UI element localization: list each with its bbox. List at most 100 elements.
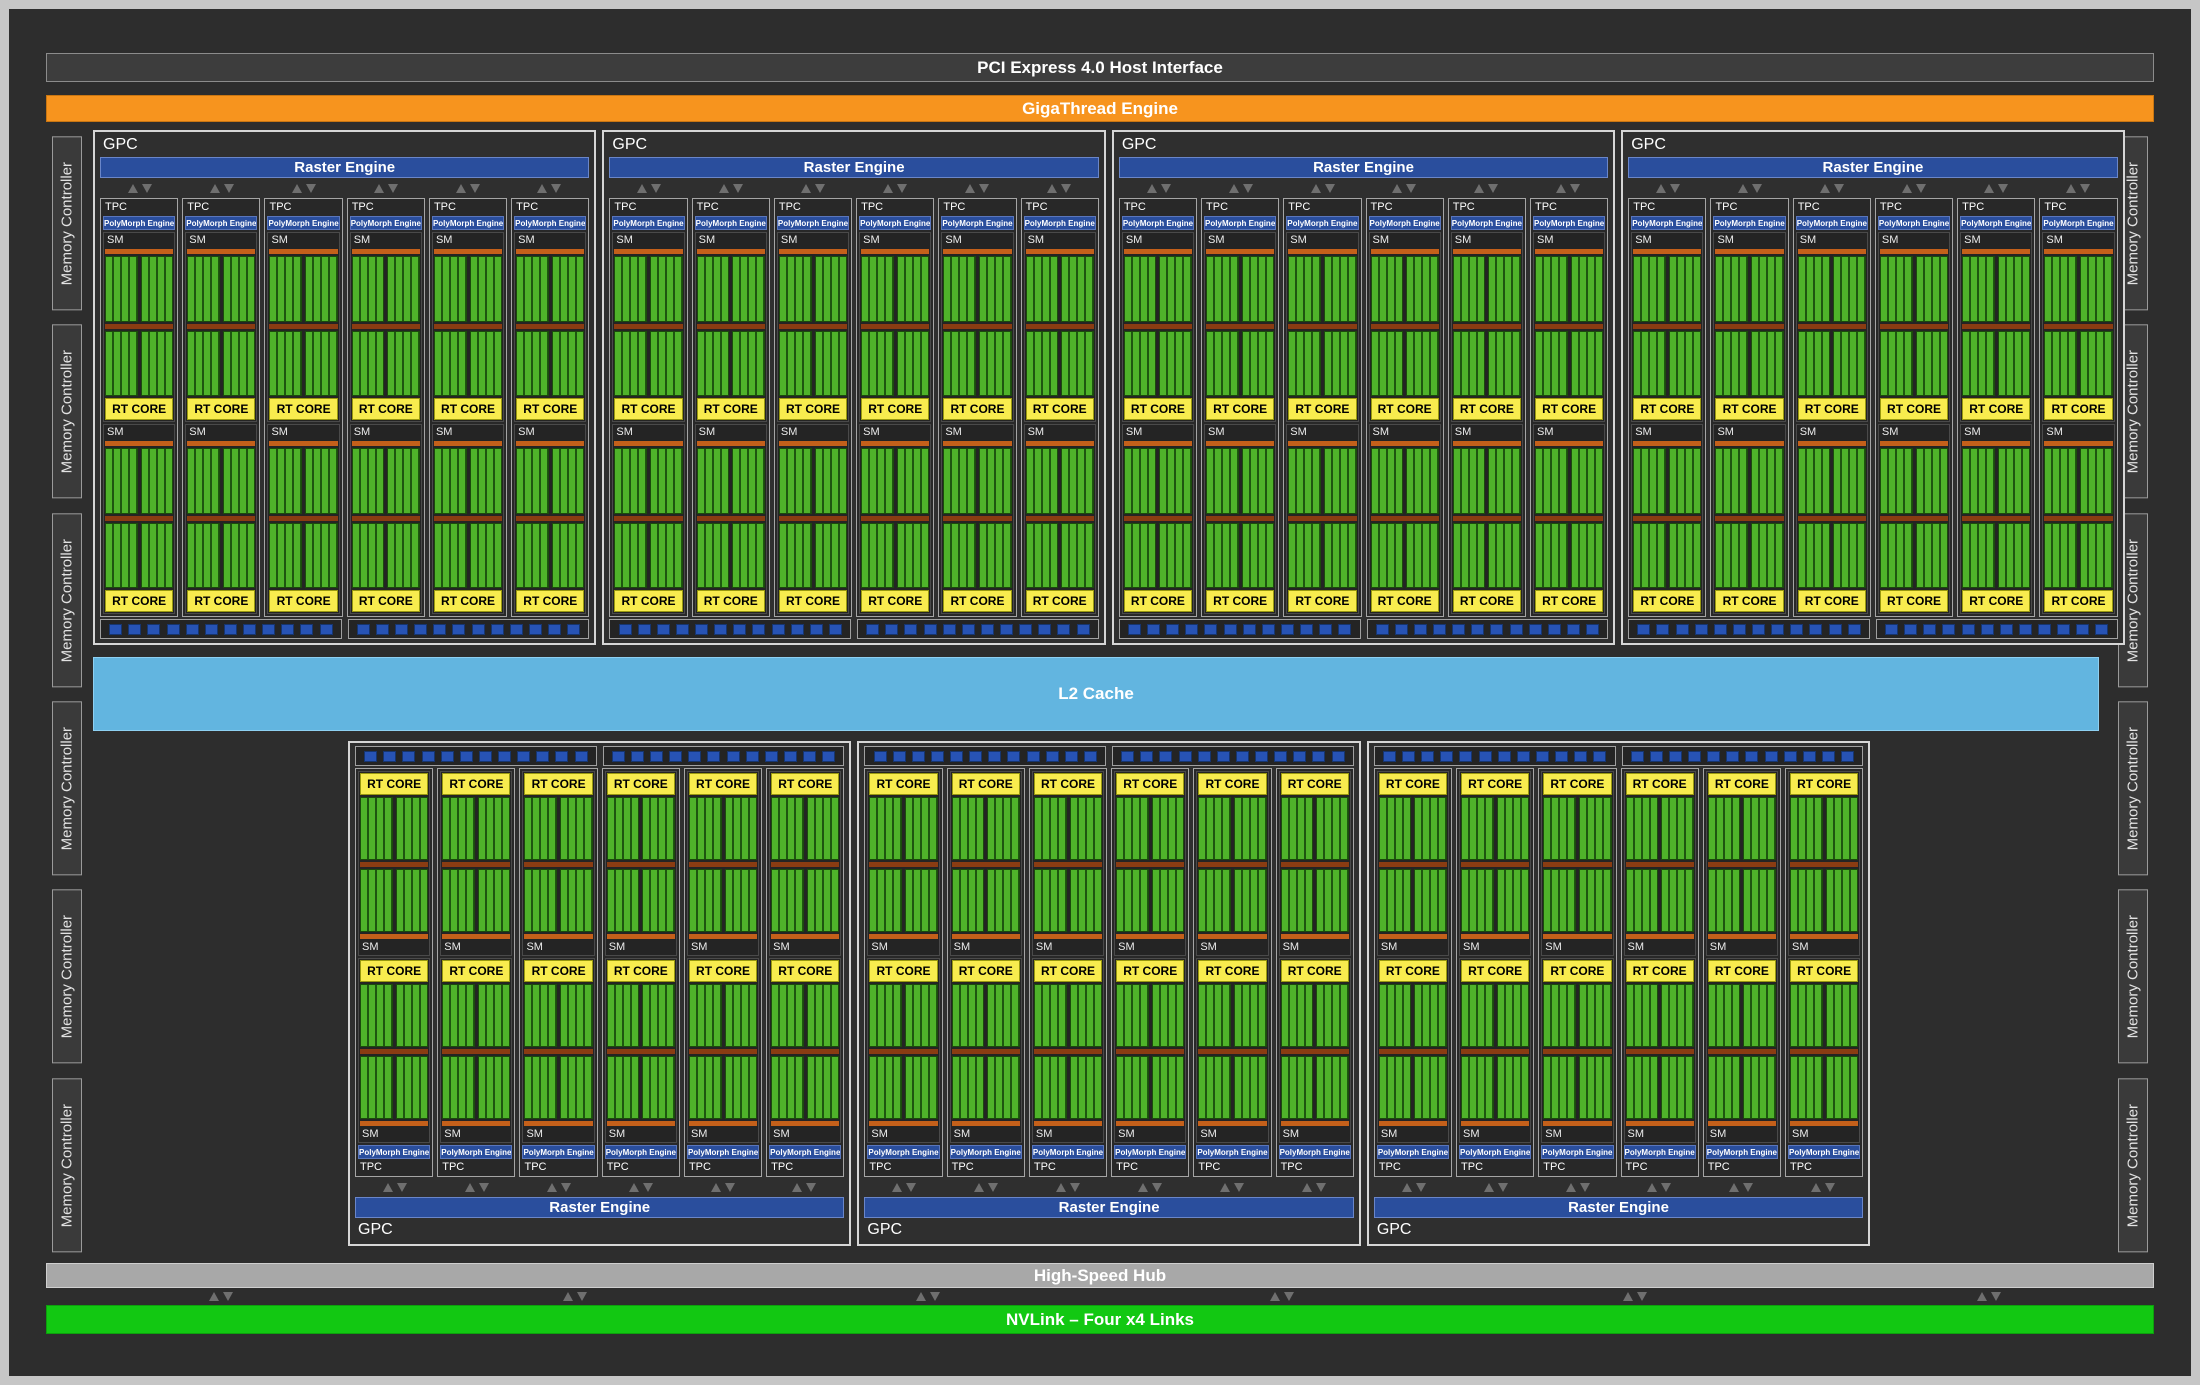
sm-block: RT CORE SM — [358, 771, 431, 956]
cuda-core-array — [732, 330, 765, 396]
arrow-up-icon — [892, 1182, 903, 1192]
arrow-up-icon — [628, 1182, 639, 1192]
sm-core-bank — [269, 256, 338, 322]
sm-core-bank — [688, 797, 758, 860]
cuda-core-array — [469, 256, 503, 322]
mid-strip — [614, 323, 683, 329]
cuda-core-array — [650, 330, 683, 396]
mid-strip — [1370, 515, 1439, 521]
tpc-label: TPC — [1715, 201, 1738, 213]
texture-unit — [822, 750, 836, 762]
arrow-up-icon — [1219, 1182, 1230, 1192]
arrow-down-icon — [1406, 183, 1417, 193]
cuda-core-array — [305, 330, 338, 396]
mid-strip — [1378, 862, 1448, 867]
cuda-core-array — [688, 1056, 722, 1119]
texture-unit — [1038, 623, 1052, 635]
scheduler-strip — [1206, 249, 1275, 254]
rt-core-label: RT CORE — [778, 398, 848, 420]
cuda-core-array — [1116, 797, 1149, 860]
scheduler-strip — [1625, 934, 1694, 939]
sm-block: RT CORE SM — [1541, 958, 1614, 1143]
sm-core-bank — [1280, 797, 1349, 860]
tpc-block: RT CORE SM RT CORE SM PolyMorph Engine TPC — [1702, 768, 1781, 1177]
arrow-up-icon — [883, 183, 894, 193]
cuda-core-array — [642, 797, 675, 860]
sm-core-bank — [1715, 522, 1784, 588]
sm-core-bank — [1198, 869, 1267, 932]
raster-tpc-arrows — [609, 180, 1098, 196]
sm-core-bank — [606, 869, 675, 932]
cuda-core-array — [732, 522, 765, 588]
cuda-core-array — [387, 256, 420, 322]
texture-unit — [2057, 623, 2071, 635]
sm-core-bank — [869, 869, 938, 932]
texture-unit — [1204, 623, 1218, 635]
sm-label: SM — [1627, 1128, 1645, 1140]
rt-core-label: RT CORE — [1452, 590, 1521, 612]
cuda-core-array — [1151, 1056, 1185, 1119]
scheduler-strip — [869, 934, 938, 939]
sm-block: SM RT CORE — [1713, 232, 1786, 422]
arrow-up-icon — [1401, 1182, 1412, 1192]
cuda-core-array — [1625, 797, 1659, 860]
cuda-core-array — [1915, 256, 1949, 322]
sm-core-bank — [187, 448, 256, 514]
cuda-core-array — [1668, 448, 1702, 514]
cuda-core-array — [1116, 984, 1149, 1047]
polymorph-engine-bar: PolyMorph Engine — [522, 1145, 595, 1159]
rt-core-label: RT CORE — [1378, 773, 1448, 795]
texture-unit — [1847, 623, 1861, 635]
arrow-up-icon — [127, 183, 138, 193]
cuda-core-array — [1534, 448, 1568, 514]
mid-strip — [869, 862, 938, 867]
scheduler-strip — [606, 934, 675, 939]
texture-unit — [892, 750, 906, 762]
sm-core-bank — [688, 984, 758, 1047]
texture-unit — [1127, 623, 1141, 635]
rt-core-label: RT CORE — [1797, 398, 1866, 420]
cuda-core-array — [516, 448, 549, 514]
scheduler-strip — [943, 249, 1012, 254]
nvlink-bar: NVLink – Four x4 Links — [46, 1305, 2154, 1334]
sm-core-bank — [524, 869, 593, 932]
tpc-label: TPC — [351, 201, 374, 213]
texture-unit — [281, 623, 295, 635]
mid-strip — [861, 323, 930, 329]
cuda-core-array — [1570, 522, 1604, 588]
tpc-block: RT CORE SM RT CORE SM PolyMorph Engine TPC — [437, 768, 516, 1177]
rt-core-label: RT CORE — [269, 398, 338, 420]
cuda-core-array — [140, 522, 174, 588]
cuda-core-array — [1033, 984, 1067, 1047]
scheduler-strip — [1461, 1121, 1530, 1126]
rt-core-label: RT CORE — [1707, 960, 1776, 982]
rt-core-label: RT CORE — [606, 773, 675, 795]
scheduler-strip — [1879, 441, 1949, 446]
memory-controller: Memory Controller — [52, 889, 82, 1064]
cuda-core-array — [560, 797, 593, 860]
mid-strip — [951, 1049, 1020, 1054]
sm-label: SM — [1635, 234, 1652, 246]
scheduler-strip — [696, 441, 765, 446]
sm-core-bank — [1707, 797, 1776, 860]
sm-core-bank — [1797, 522, 1866, 588]
sm-core-bank — [606, 1056, 675, 1119]
texture-unit — [364, 750, 378, 762]
sm-label: SM — [1881, 234, 1899, 246]
sm-block: RT CORE SM — [440, 771, 513, 956]
cuda-core-array — [943, 522, 976, 588]
cuda-core-array — [1578, 869, 1612, 932]
cuda-core-array — [861, 522, 894, 588]
sm-core-bank — [869, 984, 938, 1047]
texture-unit — [421, 750, 435, 762]
gpc-label: GPC — [358, 1221, 393, 1238]
sm-core-bank — [1452, 448, 1521, 514]
arrow-up-icon — [1623, 1292, 1634, 1301]
rt-core-label: RT CORE — [1789, 773, 1859, 795]
cuda-core-array — [1488, 330, 1521, 396]
texture-unit — [1809, 623, 1823, 635]
tpc-block: TPC PolyMorph Engine SM RT CORE SM RT CORE — [1365, 198, 1444, 617]
scheduler-strip — [1543, 1121, 1612, 1126]
sm-label: SM — [2046, 426, 2063, 438]
cuda-core-array — [1488, 448, 1521, 514]
